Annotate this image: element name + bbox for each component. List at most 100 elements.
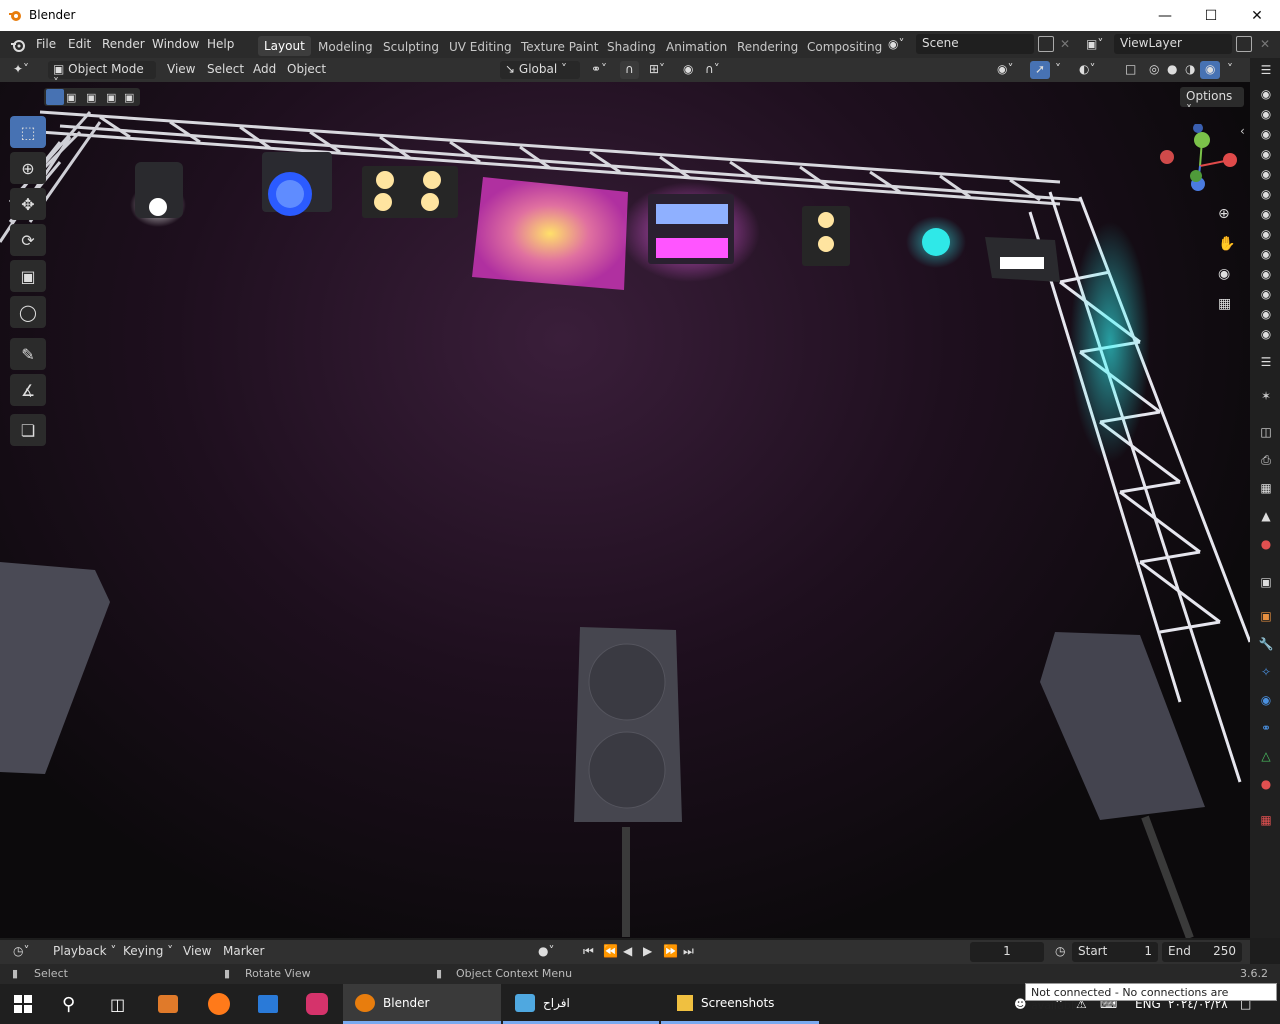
render-visibility-icon[interactable]: ◉ bbox=[1258, 266, 1274, 282]
play-reverse-icon[interactable]: ◀ bbox=[618, 943, 637, 961]
render-visibility-icon[interactable]: ◉ bbox=[1258, 306, 1274, 322]
menu-window[interactable]: Window bbox=[152, 37, 199, 51]
firefox-icon[interactable] bbox=[208, 984, 230, 1024]
delete-view-layer-icon[interactable]: ✕ bbox=[1260, 37, 1270, 51]
select-subtract-icon[interactable]: ▣ bbox=[86, 91, 96, 104]
camera-view-icon[interactable]: ◉ bbox=[1218, 266, 1230, 282]
properties-toggle-icon[interactable]: ☰ bbox=[1258, 354, 1274, 370]
render-visibility-icon[interactable]: ◉ bbox=[1258, 206, 1274, 222]
view-layer-properties-icon[interactable]: ▦ bbox=[1258, 480, 1274, 496]
overlays-icon[interactable]: ◐˅ bbox=[1074, 61, 1100, 79]
current-frame-field[interactable]: 1 bbox=[970, 942, 1044, 962]
menu-keying[interactable]: Keying ˅ bbox=[118, 943, 178, 961]
menu-edit[interactable]: Edit bbox=[68, 37, 91, 51]
task-view-icon[interactable]: ◫ bbox=[110, 984, 125, 1024]
scene-icon[interactable]: ◉˅ bbox=[888, 37, 912, 53]
jump-start-icon[interactable]: ⏮ bbox=[578, 943, 599, 961]
stopwatch-icon[interactable]: ◷ bbox=[1050, 943, 1070, 961]
editor-type-icon[interactable]: ✦˅ bbox=[8, 61, 42, 79]
perspective-grid-icon[interactable]: ▦ bbox=[1218, 296, 1231, 312]
tab-rendering[interactable]: Rendering bbox=[737, 40, 798, 54]
media-player-icon[interactable] bbox=[158, 984, 178, 1024]
maximize-icon[interactable]: ☐ bbox=[1188, 0, 1234, 31]
menu-playback[interactable]: Playback ˅ bbox=[48, 943, 121, 961]
tab-uv-editing[interactable]: UV Editing bbox=[449, 40, 512, 54]
material-properties-icon[interactable]: ● bbox=[1258, 776, 1274, 792]
visibility-icon[interactable]: ◉˅ bbox=[992, 61, 1018, 79]
tab-shading[interactable]: Shading bbox=[607, 40, 656, 54]
tool-properties-icon[interactable]: ✶ bbox=[1258, 388, 1274, 404]
tab-texture-paint[interactable]: Texture Paint bbox=[521, 40, 598, 54]
scale-icon[interactable]: ▣ bbox=[10, 260, 46, 292]
object-properties-icon[interactable]: ▣ bbox=[1258, 608, 1274, 624]
scene-name-field[interactable]: Scene bbox=[916, 34, 1034, 54]
world-properties-icon[interactable]: ● bbox=[1258, 536, 1274, 552]
select-extend-icon[interactable]: ▣ bbox=[66, 91, 76, 104]
menu-help[interactable]: Help bbox=[207, 37, 234, 51]
pivot-icon[interactable]: ⚭˅ bbox=[586, 61, 612, 79]
taskbar-screenshots[interactable]: Screenshots bbox=[661, 984, 819, 1024]
cursor-icon[interactable]: ⊕ bbox=[10, 152, 46, 184]
outliner-toggle-icon[interactable]: ☰ bbox=[1258, 62, 1274, 78]
minimize-icon[interactable]: — bbox=[1142, 0, 1188, 31]
render-visibility-icon[interactable]: ◉ bbox=[1258, 226, 1274, 242]
move-icon[interactable]: ✥ bbox=[10, 188, 46, 220]
menu-marker[interactable]: Marker bbox=[218, 943, 269, 961]
pan-hand-icon[interactable]: ✋ bbox=[1218, 236, 1235, 252]
timeline-editor-icon[interactable]: ◷˅ bbox=[8, 943, 34, 961]
instagram-icon[interactable] bbox=[306, 984, 328, 1024]
tab-sculpting[interactable]: Sculpting bbox=[383, 40, 439, 54]
snap-target-icon[interactable]: ⊞˅ bbox=[644, 61, 670, 79]
select-invert-icon[interactable]: ▣ bbox=[106, 91, 116, 104]
snap-icon[interactable]: ∩ bbox=[620, 61, 639, 79]
new-view-layer-icon[interactable] bbox=[1236, 36, 1252, 52]
menu-select[interactable]: Select bbox=[202, 61, 249, 79]
menu-render[interactable]: Render bbox=[102, 37, 145, 51]
delete-scene-icon[interactable]: ✕ bbox=[1060, 37, 1070, 51]
add-cube-icon[interactable]: ❏ bbox=[10, 414, 46, 446]
gizmo-dropdown-icon[interactable]: ˅ bbox=[1050, 61, 1066, 79]
zoom-icon[interactable]: ⊕ bbox=[1218, 206, 1230, 222]
menu-view-timeline[interactable]: View bbox=[178, 943, 216, 961]
options-dropdown[interactable]: Options ˅ bbox=[1180, 87, 1244, 117]
shading-dropdown-icon[interactable]: ˅ bbox=[1222, 61, 1238, 79]
transform-icon[interactable]: ◯ bbox=[10, 296, 46, 328]
close-icon[interactable]: ✕ bbox=[1234, 0, 1280, 31]
search-icon[interactable]: ⚲ bbox=[62, 984, 75, 1024]
rotate-icon[interactable]: ⟳ bbox=[10, 224, 46, 256]
render-properties-icon[interactable]: ◫ bbox=[1258, 424, 1274, 440]
annotate-icon[interactable]: ✎ bbox=[10, 338, 46, 370]
render-visibility-icon[interactable]: ◉ bbox=[1258, 186, 1274, 202]
start-frame-field[interactable]: Start 1 bbox=[1072, 942, 1158, 962]
proportional-edit-icon[interactable]: ◉ bbox=[678, 61, 698, 79]
render-visibility-icon[interactable]: ◉ bbox=[1258, 286, 1274, 302]
render-visibility-icon[interactable]: ◉ bbox=[1258, 166, 1274, 182]
collection-properties-icon[interactable]: ▣ bbox=[1258, 574, 1274, 590]
render-visibility-icon[interactable]: ◉ bbox=[1258, 126, 1274, 142]
measure-icon[interactable]: ∡ bbox=[10, 374, 46, 406]
render-visibility-icon[interactable]: ◉ bbox=[1258, 326, 1274, 342]
render-visibility-icon[interactable]: ◉ bbox=[1258, 106, 1274, 122]
render-visibility-icon[interactable]: ◉ bbox=[1258, 86, 1274, 102]
tab-animation[interactable]: Animation bbox=[666, 40, 727, 54]
constraints-properties-icon[interactable]: ⚭ bbox=[1258, 720, 1274, 736]
new-scene-icon[interactable] bbox=[1038, 36, 1054, 52]
texture-properties-icon[interactable]: ▦ bbox=[1258, 812, 1274, 828]
record-icon[interactable]: ●˅ bbox=[533, 943, 559, 961]
output-properties-icon[interactable]: ⎙ bbox=[1258, 452, 1274, 468]
select-intersect-icon[interactable]: ▣ bbox=[124, 91, 134, 104]
particles-properties-icon[interactable]: ✧ bbox=[1258, 664, 1274, 680]
taskbar-blender[interactable]: Blender bbox=[343, 984, 501, 1024]
rendered-shading-icon[interactable]: ◉ bbox=[1200, 61, 1221, 79]
render-visibility-icon[interactable]: ◉ bbox=[1258, 146, 1274, 162]
play-icon[interactable]: ▶ bbox=[638, 943, 657, 961]
view-layer-icon[interactable]: ▣˅ bbox=[1086, 37, 1110, 53]
jump-end-icon[interactable]: ⏭ bbox=[678, 943, 699, 961]
scene-properties-icon[interactable]: ▲ bbox=[1258, 508, 1274, 524]
data-properties-icon[interactable]: △ bbox=[1258, 748, 1274, 764]
tab-compositing[interactable]: Compositing bbox=[807, 40, 882, 54]
mode-selector[interactable]: ▣ Object Mode ˅ bbox=[48, 61, 156, 90]
3d-viewport[interactable]: ▣ ▣ ▣ ▣ ⬚ ⊕ ✥ ⟳ ▣ ◯ ✎ ∡ ❏ Options ˅ ‹ ⊕ … bbox=[0, 82, 1250, 938]
menu-add[interactable]: Add bbox=[248, 61, 281, 79]
material-shading-icon[interactable]: ◑ bbox=[1180, 61, 1200, 79]
